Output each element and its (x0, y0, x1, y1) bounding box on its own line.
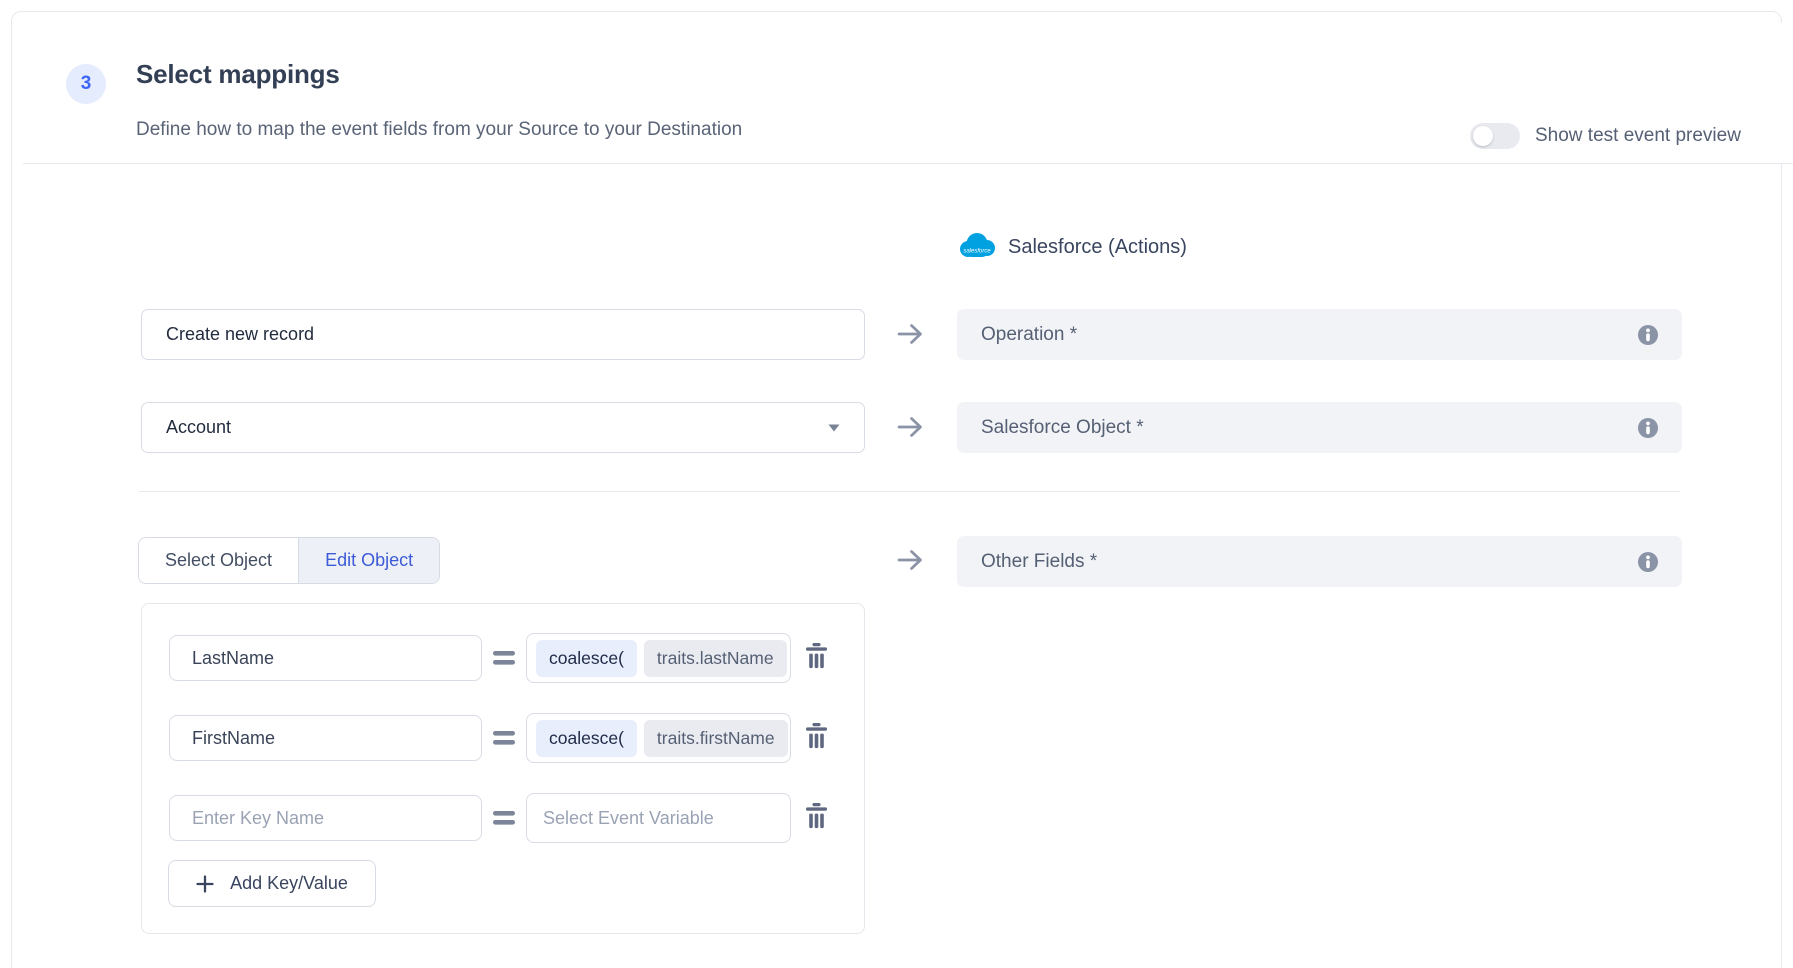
add-button-label: Add Key/Value (230, 873, 348, 894)
equals-icon (493, 651, 515, 665)
tab-edit-object[interactable]: Edit Object (298, 538, 439, 583)
test-event-preview-toggle[interactable] (1470, 123, 1520, 149)
chevron-down-icon (828, 424, 840, 432)
tab-select-object[interactable]: Select Object (139, 538, 298, 583)
toggle-knob (1473, 126, 1493, 146)
value-editor[interactable]: coalesce( traits.firstName (526, 713, 791, 763)
equals-icon (493, 731, 515, 745)
card-header: 3 Select mappings Define how to map the … (23, 23, 1793, 164)
equals-icon (493, 811, 515, 825)
arrow-right-icon (895, 545, 925, 575)
info-icon[interactable] (1638, 552, 1658, 572)
salesforce-object-field-label: Salesforce Object * (981, 417, 1638, 439)
arrow-right-icon (895, 319, 925, 349)
delete-row-button[interactable] (802, 803, 830, 833)
salesforce-object-dropdown[interactable]: Account (141, 402, 865, 453)
arrow-right-icon (895, 412, 925, 442)
select-mappings-page: 3 Select mappings Define how to map the … (0, 0, 1793, 968)
key-name-input[interactable] (169, 795, 482, 841)
info-icon[interactable] (1638, 325, 1658, 345)
object-mode-tabs: Select Object Edit Object (138, 537, 440, 584)
variable-chip[interactable]: traits.firstName (644, 720, 788, 757)
operation-field-label: Operation * (981, 324, 1638, 346)
salesforce-logo-icon: salesforce (957, 232, 997, 262)
variable-chip[interactable]: traits.lastName (644, 640, 787, 677)
toggle-label: Show test event preview (1535, 125, 1741, 147)
salesforce-object-field[interactable]: Salesforce Object * (957, 402, 1682, 453)
event-variable-input[interactable] (526, 793, 791, 843)
function-chip[interactable]: coalesce( (536, 720, 637, 757)
page-title: Select mappings (136, 59, 340, 90)
action-name-input[interactable] (141, 309, 865, 360)
plus-icon (196, 875, 214, 893)
key-name-input[interactable] (169, 635, 482, 681)
key-name-input[interactable] (169, 715, 482, 761)
delete-row-button[interactable] (802, 723, 830, 753)
trash-icon (805, 803, 828, 830)
operation-field[interactable]: Operation * (957, 309, 1682, 360)
step-number-badge: 3 (66, 64, 106, 104)
section-divider (139, 491, 1680, 492)
key-value-editor-panel: coalesce( traits.lastName (141, 603, 865, 934)
value-editor[interactable]: coalesce( traits.lastName (526, 633, 791, 683)
svg-text:salesforce: salesforce (963, 249, 991, 255)
mappings-card: 3 Select mappings Define how to map the … (11, 11, 1782, 968)
info-icon[interactable] (1638, 418, 1658, 438)
other-fields-field[interactable]: Other Fields * (957, 536, 1682, 587)
trash-icon (805, 643, 828, 670)
dropdown-selected-value: Account (166, 417, 231, 438)
delete-row-button[interactable] (802, 643, 830, 673)
function-chip[interactable]: coalesce( (536, 640, 637, 677)
trash-icon (805, 723, 828, 750)
other-fields-field-label: Other Fields * (981, 551, 1638, 573)
add-key-value-button[interactable]: Add Key/Value (168, 860, 376, 907)
destination-name: Salesforce (Actions) (1008, 236, 1187, 259)
page-subtitle: Define how to map the event fields from … (136, 119, 742, 141)
